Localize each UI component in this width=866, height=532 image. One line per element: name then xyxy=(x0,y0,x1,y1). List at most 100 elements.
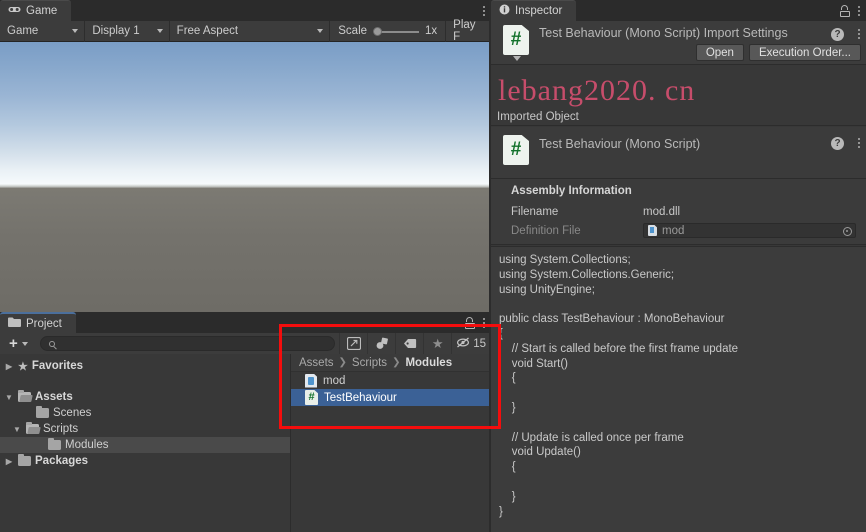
help-icon[interactable]: ? xyxy=(831,137,844,150)
display-label: Display 1 xyxy=(92,25,140,37)
breadcrumb-item-modules[interactable]: Modules xyxy=(405,357,452,369)
list-item[interactable]: mod xyxy=(291,372,491,389)
tree-item-assets[interactable]: ▼ Assets xyxy=(0,389,290,405)
tab-game[interactable]: Game xyxy=(0,0,72,21)
tree-item-label: Scripts xyxy=(43,423,79,435)
folder-icon xyxy=(8,317,21,331)
tree-item-packages[interactable]: ▶ Packages xyxy=(0,453,290,469)
tree-item-modules[interactable]: ▶ Modules xyxy=(0,437,290,453)
inspector-panel: Inspector # Test Behaviour (Mono Script)… xyxy=(491,0,866,532)
tree-item-favorites[interactable]: ▶ ★ Favorites xyxy=(0,358,290,374)
project-search-field[interactable] xyxy=(39,336,336,351)
tab-inspector-label: Inspector xyxy=(515,5,563,17)
game-toolbar: Game Display 1 Free Aspect Scale 1x Play… xyxy=(0,19,491,43)
favorite-filter-icon[interactable]: ★ xyxy=(423,333,451,354)
tab-inspector[interactable]: Inspector xyxy=(491,0,577,21)
project-tabbar-actions xyxy=(464,312,491,333)
tab-project-label: Project xyxy=(26,317,62,330)
asset-type-filter-icon[interactable] xyxy=(367,333,395,354)
file-label: TestBehaviour xyxy=(324,391,397,404)
play-mode-label: Play F xyxy=(453,19,476,43)
section-title: Assembly Information xyxy=(511,185,632,197)
breadcrumb-item-scripts[interactable]: Scripts xyxy=(352,357,387,369)
scale-label: Scale xyxy=(338,25,368,37)
imported-object-header: Imported Object xyxy=(491,108,866,126)
imported-object-row: # Test Behaviour (Mono Script) ? xyxy=(491,127,866,179)
csharp-script-icon: # xyxy=(503,135,529,165)
folder-icon xyxy=(36,406,49,418)
filename-value: mod.dll xyxy=(643,205,681,218)
label-filter-icon[interactable] xyxy=(395,333,423,354)
chevron-right-icon[interactable]: ▶ xyxy=(4,457,14,466)
assembly-definition-icon xyxy=(305,373,317,388)
tab-project[interactable]: Project xyxy=(0,312,76,333)
tree-item-label: Assets xyxy=(35,391,73,403)
display-dropdown[interactable]: Display 1 xyxy=(85,21,168,42)
game-view-mode-dropdown[interactable]: Game xyxy=(0,21,84,42)
lock-icon[interactable] xyxy=(464,316,475,329)
open-button[interactable]: Open xyxy=(695,44,744,61)
star-icon: ★ xyxy=(431,335,444,351)
play-mode-dropdown[interactable]: Play F xyxy=(446,19,491,43)
imported-object-label: Imported Object xyxy=(497,110,579,123)
chevron-down-icon[interactable]: ▼ xyxy=(12,425,22,434)
filename-row: Filename mod.dll xyxy=(491,202,866,221)
inspector-settings-icon[interactable] xyxy=(857,27,860,40)
assembly-information-section: Assembly Information Filename mod.dll De… xyxy=(491,179,866,245)
inspector-header-actions: Open Execution Order... xyxy=(695,44,861,61)
tab-game-label: Game xyxy=(26,5,58,17)
definition-file-row: Definition File mod xyxy=(491,221,866,240)
inspector-header: # Test Behaviour (Mono Script) Import Se… xyxy=(491,21,866,65)
slider-track xyxy=(380,30,420,33)
chevron-down-icon xyxy=(72,29,79,33)
definition-file-value: mod xyxy=(662,224,685,237)
folder-icon xyxy=(48,438,61,450)
script-code-preview: using System.Collections; using System.C… xyxy=(491,246,866,532)
tree-item-scenes[interactable]: ▶ Scenes xyxy=(0,405,290,421)
scale-slider-group[interactable]: Scale 1x xyxy=(330,21,445,42)
chevron-right-icon[interactable]: ▶ xyxy=(4,362,14,371)
info-icon xyxy=(499,4,510,19)
game-panel: Game Game Display 1 Free Aspect Scale 1x… xyxy=(0,0,491,312)
search-input[interactable] xyxy=(59,336,327,351)
project-panel: Project + ★ 15 ▶ ★ Favorites ▼ Assets Sc… xyxy=(0,312,491,532)
aspect-dropdown[interactable]: Free Aspect xyxy=(170,21,330,42)
hidden-items-toggle[interactable]: 15 xyxy=(451,333,491,354)
breadcrumb-item-assets[interactable]: Assets xyxy=(299,357,334,369)
tree-item-label: Scenes xyxy=(53,407,92,419)
project-tabbar: Project xyxy=(0,312,491,333)
execution-order-button[interactable]: Execution Order... xyxy=(748,44,861,61)
tree-item-label: Modules xyxy=(65,439,109,451)
hidden-items-count: 15 xyxy=(473,337,486,350)
aspect-label: Free Aspect xyxy=(176,25,239,37)
inspector-tabbar: Inspector xyxy=(491,0,866,21)
tree-item-scripts[interactable]: ▼ Scripts xyxy=(0,421,290,437)
definition-file-label: Definition File xyxy=(511,224,581,237)
breadcrumb: Assets ❯ Scripts ❯ Modules xyxy=(291,354,491,372)
assembly-definition-icon xyxy=(648,225,657,236)
slider-knob[interactable] xyxy=(373,27,383,36)
game-viewport[interactable] xyxy=(0,42,491,312)
chevron-right-icon: ❯ xyxy=(338,357,347,368)
inspector-menu-icon[interactable] xyxy=(857,4,860,17)
chevron-down-icon xyxy=(21,341,28,346)
page-title: Test Behaviour (Mono Script) Import Sett… xyxy=(539,26,788,40)
create-asset-button[interactable]: + xyxy=(0,333,36,354)
imported-object-menu-icon[interactable] xyxy=(857,136,860,149)
lock-icon[interactable] xyxy=(839,4,850,17)
chevron-down-icon[interactable]: ▼ xyxy=(4,393,14,402)
project-menu-icon[interactable] xyxy=(482,316,485,329)
project-files-pane: Assets ❯ Scripts ❯ Modules mod # TestBeh… xyxy=(291,354,491,532)
csharp-script-icon[interactable]: # xyxy=(503,25,529,61)
scale-slider[interactable] xyxy=(373,25,420,37)
search-in-window-icon[interactable] xyxy=(339,333,367,354)
game-menu-icon[interactable] xyxy=(482,4,485,17)
folder-icon xyxy=(18,454,31,466)
chevron-down-icon xyxy=(156,29,163,33)
help-icon[interactable]: ? xyxy=(831,28,844,41)
definition-file-object-field[interactable]: mod xyxy=(643,223,856,238)
list-item[interactable]: # TestBehaviour xyxy=(291,389,491,406)
object-picker-icon[interactable] xyxy=(843,226,852,236)
star-icon: ★ xyxy=(18,360,28,373)
